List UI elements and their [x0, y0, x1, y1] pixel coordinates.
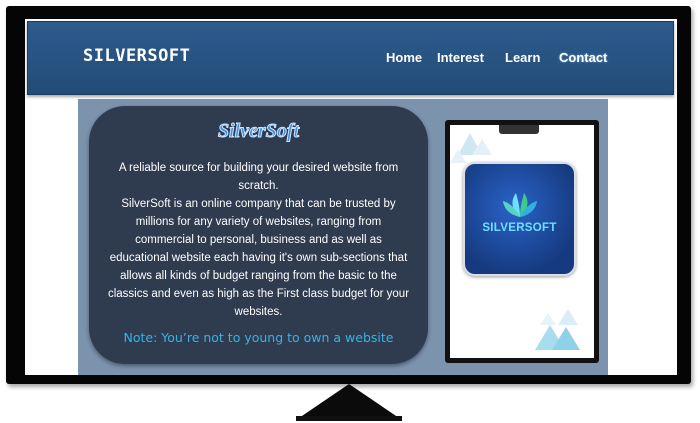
lotus-icon: [503, 193, 537, 217]
card-description: A reliable source for building your desi…: [107, 162, 410, 318]
decorative-triangles-top: [450, 133, 492, 163]
card-title: SilverSoft: [217, 120, 300, 143]
main-nav: Home Interest Learn Contact: [28, 50, 673, 70]
content-section: SilverSoft A reliable source for buildin…: [78, 99, 608, 375]
info-card: SilverSoft A reliable source for buildin…: [89, 106, 428, 364]
screen: SILVERSOFT Home Interest Learn Contact S…: [25, 19, 677, 375]
nav-learn[interactable]: Learn: [505, 50, 540, 65]
monitor-stand-base: [296, 416, 402, 421]
decorative-triangles-bottom: [535, 309, 580, 350]
logo-text: SILVERSOFT: [482, 222, 557, 234]
site-header: SILVERSOFT Home Interest Learn Contact: [27, 21, 674, 95]
nav-home[interactable]: Home: [386, 50, 422, 65]
monitor-stand: [296, 384, 402, 420]
card-note: Note: You’re not to young to own a websi…: [123, 330, 394, 345]
monitor-frame: SILVERSOFT Home Interest Learn Contact S…: [6, 6, 691, 384]
nav-interest[interactable]: Interest: [437, 50, 484, 65]
nav-contact[interactable]: Contact: [559, 50, 607, 65]
logo-card: SILVERSOFT: [463, 162, 576, 276]
phone-mockup: SILVERSOFT: [445, 120, 599, 363]
phone-notch: [499, 125, 539, 134]
